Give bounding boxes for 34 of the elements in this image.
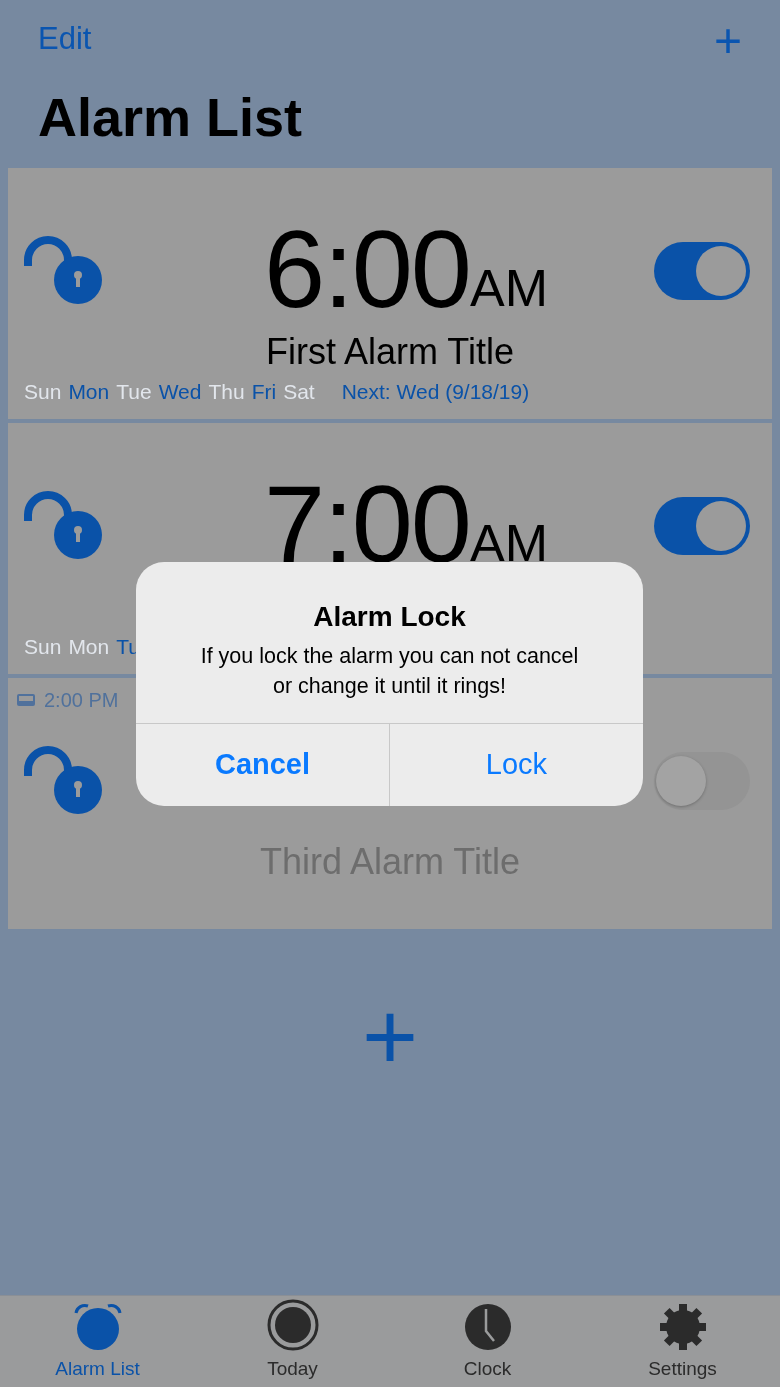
edit-button[interactable]: Edit bbox=[38, 22, 92, 57]
add-alarm-button[interactable]: + bbox=[351, 988, 429, 1085]
page-title: Alarm List bbox=[38, 86, 304, 149]
time-period: AM bbox=[470, 261, 549, 314]
tab-item[interactable]: Alarm List bbox=[0, 1296, 195, 1387]
cancel-button[interactable]: Cancel bbox=[136, 724, 389, 806]
weekday-label: Mon bbox=[68, 634, 110, 661]
weekday-label: Sun bbox=[24, 379, 62, 406]
clock-icon bbox=[463, 1302, 512, 1351]
dialog-message: If you lock the alarm you can not cancel or change it until it rings! bbox=[199, 642, 580, 700]
alarm-time: 6:00 bbox=[263, 213, 471, 324]
weekday-label: Wed bbox=[158, 379, 202, 406]
weekday-label: Thu bbox=[208, 379, 245, 406]
time-period: AM bbox=[470, 516, 549, 569]
tab-item[interactable]: Clock bbox=[390, 1296, 585, 1387]
settings-icon bbox=[658, 1302, 707, 1351]
weekday-label: Sat bbox=[283, 379, 315, 406]
alarm-time: 7:00 bbox=[263, 468, 471, 579]
dialog-title: Alarm Lock bbox=[312, 602, 467, 633]
weekday-label: Sun bbox=[24, 634, 62, 661]
record-icon bbox=[266, 1298, 319, 1351]
weekday-label: Fri bbox=[251, 379, 277, 406]
lock-button[interactable]: Lock bbox=[389, 724, 643, 806]
add-button[interactable]: + bbox=[713, 22, 742, 61]
alarm-clock-icon bbox=[72, 1302, 123, 1351]
tab-item[interactable]: Settings bbox=[585, 1296, 780, 1387]
alarm-toggle[interactable] bbox=[654, 496, 750, 555]
weekday-label: Mon bbox=[68, 379, 110, 406]
weekday-label: Tue bbox=[116, 379, 152, 406]
tab-item[interactable]: Today bbox=[195, 1296, 390, 1387]
alarm-title: First Alarm Title bbox=[265, 332, 515, 372]
alarm-toggle[interactable] bbox=[654, 241, 750, 300]
snooze-time: 2:00 PM bbox=[44, 687, 119, 713]
next-date: Next: Wed (9/18/19) bbox=[341, 379, 530, 406]
